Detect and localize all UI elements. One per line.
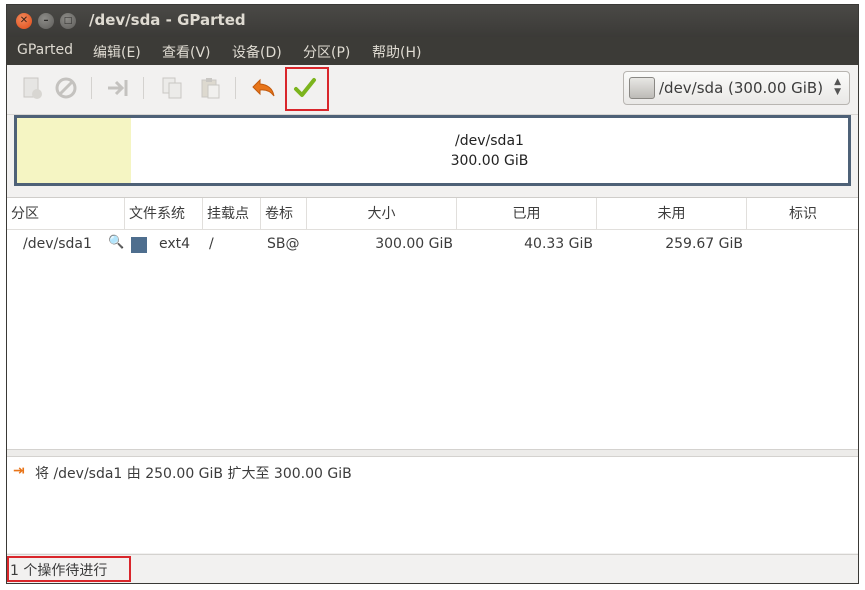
col-mountpoint[interactable]: 挂载点 xyxy=(203,198,261,230)
col-used[interactable]: 已用 xyxy=(457,198,597,230)
status-highlight-box xyxy=(7,556,131,582)
cell-used: 40.33 GiB xyxy=(524,236,593,252)
menu-gparted[interactable]: GParted xyxy=(17,42,73,58)
menu-edit[interactable]: 编辑(E) xyxy=(93,42,141,62)
menu-device[interactable]: 设备(D) xyxy=(232,42,282,62)
pending-operations-list: ⇥ 将 /dev/sda1 由 250.00 GiB 扩大至 300.00 Gi… xyxy=(7,457,858,553)
paste-icon[interactable] xyxy=(195,73,225,103)
new-partition-icon[interactable] xyxy=(17,73,47,103)
cell-unused: 259.67 GiB xyxy=(665,236,743,252)
disk-graphic[interactable]: /dev/sda1 300.00 GiB xyxy=(14,115,851,186)
col-unused[interactable]: 未用 xyxy=(597,198,747,230)
toolbar-separator xyxy=(91,77,92,99)
cell-mountpoint: / xyxy=(209,236,214,252)
partition-table: 分区 文件系统 挂载点 卷标 大小 已用 未用 标识 /dev/sda1 🔍 e… xyxy=(7,197,858,449)
device-selector[interactable]: /dev/sda (300.00 GiB) ▲ ▼ xyxy=(623,71,850,105)
gparted-window: ✕ – □ /dev/sda - GParted GParted 编辑(E) 查… xyxy=(6,4,859,584)
menu-view[interactable]: 查看(V) xyxy=(162,42,211,62)
cell-label: SB@ xyxy=(267,236,300,252)
pending-operation-item[interactable]: 将 /dev/sda1 由 250.00 GiB 扩大至 300.00 GiB xyxy=(35,463,352,483)
apply-highlight-box xyxy=(285,67,329,111)
chevron-updown-icon: ▲ ▼ xyxy=(834,77,841,97)
window-title: /dev/sda - GParted xyxy=(89,11,246,29)
cell-flags xyxy=(751,230,851,258)
title-bar: ✕ – □ /dev/sda - GParted xyxy=(7,5,858,37)
grow-partition-icon: ⇥ xyxy=(13,463,25,479)
menu-bar: GParted 编辑(E) 查看(V) 设备(D) 分区(P) 帮助(H) xyxy=(7,37,858,65)
col-size[interactable]: 大小 xyxy=(307,198,457,230)
pane-splitter[interactable] xyxy=(7,449,858,457)
cell-partition: /dev/sda1 xyxy=(23,236,92,252)
key-icon: 🔍 xyxy=(108,235,125,250)
resize-move-icon[interactable] xyxy=(103,73,133,103)
undo-icon[interactable] xyxy=(249,73,279,103)
disk-map-partition-size: 300.00 GiB xyxy=(450,153,529,169)
col-partition[interactable]: 分区 xyxy=(7,198,125,230)
col-flags[interactable]: 标识 xyxy=(747,198,858,230)
status-bar: 1 个操作待进行 xyxy=(7,554,858,583)
toolbar-separator xyxy=(235,77,236,99)
col-label[interactable]: 卷标 xyxy=(261,198,307,230)
minimize-window-button[interactable]: – xyxy=(38,13,54,29)
col-filesystem[interactable]: 文件系统 xyxy=(125,198,203,230)
menu-partition[interactable]: 分区(P) xyxy=(303,42,350,62)
delete-icon[interactable] xyxy=(51,73,81,103)
filesystem-color-swatch xyxy=(131,237,147,253)
table-header: 分区 文件系统 挂载点 卷标 大小 已用 未用 标识 xyxy=(7,198,858,230)
toolbar-separator xyxy=(143,77,144,99)
table-row[interactable]: /dev/sda1 🔍 ext4 / SB@ 300.00 GiB 40.33 … xyxy=(7,230,858,258)
close-window-button[interactable]: ✕ xyxy=(16,13,32,29)
unallocated-region xyxy=(17,118,131,183)
toolbar: /dev/sda (300.00 GiB) ▲ ▼ xyxy=(7,65,858,115)
device-selector-label: /dev/sda (300.00 GiB) xyxy=(659,79,824,97)
cell-size: 300.00 GiB xyxy=(375,236,453,252)
cell-filesystem: ext4 xyxy=(159,236,191,252)
harddisk-icon xyxy=(629,77,655,99)
menu-help[interactable]: 帮助(H) xyxy=(372,42,421,62)
maximize-window-button[interactable]: □ xyxy=(60,13,76,29)
copy-icon[interactable] xyxy=(157,73,187,103)
disk-map-partition-name: /dev/sda1 xyxy=(455,133,524,149)
